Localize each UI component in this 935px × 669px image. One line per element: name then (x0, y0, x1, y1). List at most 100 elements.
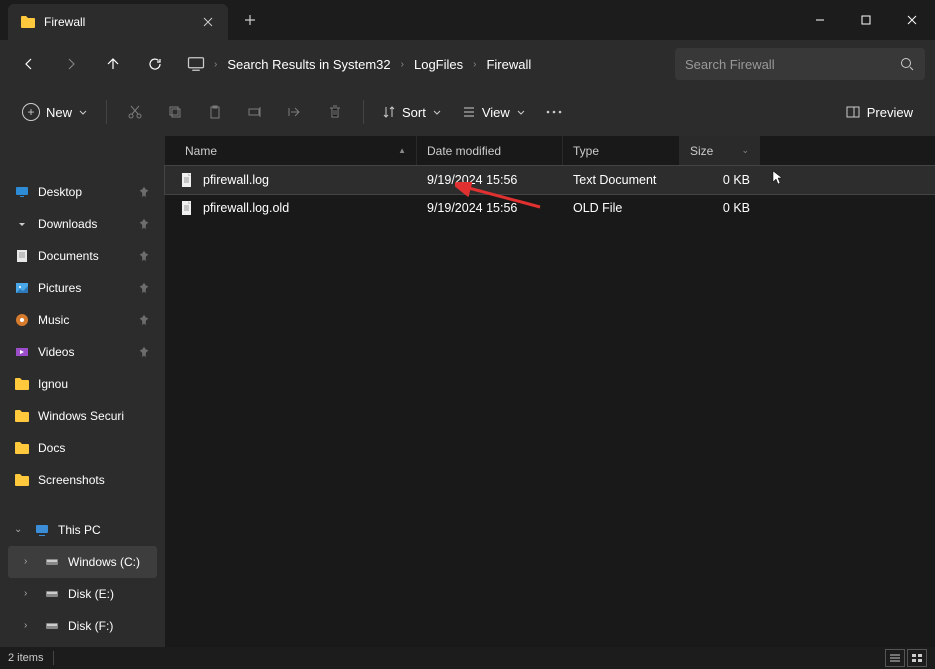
navigation-bar: › Search Results in System32 › LogFiles … (0, 40, 935, 88)
chevron-right-icon: › (24, 556, 36, 568)
sidebar-item-downloads[interactable]: Downloads (8, 208, 157, 240)
copy-button[interactable] (157, 96, 193, 128)
search-box[interactable] (675, 48, 925, 80)
column-date[interactable]: Date modified (417, 136, 563, 165)
tab-title: Firewall (44, 15, 192, 29)
chevron-right-icon: › (473, 59, 476, 70)
paste-button[interactable] (197, 96, 233, 128)
item-count: 2 items (8, 652, 43, 664)
music-icon (14, 312, 30, 328)
column-name[interactable]: Name▲ (165, 136, 417, 165)
maximize-button[interactable] (843, 0, 889, 40)
cut-button[interactable] (117, 96, 153, 128)
search-input[interactable] (685, 57, 899, 72)
chevron-right-icon: › (24, 588, 36, 600)
window-controls (797, 0, 935, 40)
chevron-down-icon (432, 107, 442, 117)
sidebar-item-music[interactable]: Music (8, 304, 157, 336)
refresh-button[interactable] (136, 46, 174, 82)
close-button[interactable] (889, 0, 935, 40)
sidebar-item-docs[interactable]: Docs (8, 432, 157, 464)
column-type[interactable]: Type (563, 136, 680, 165)
breadcrumb-segment[interactable]: Search Results in System32 (221, 53, 396, 76)
sort-button[interactable]: Sort (374, 96, 450, 128)
sidebar-item-label: Disk (F:) (68, 619, 151, 633)
breadcrumb[interactable]: › Search Results in System32 › LogFiles … (186, 48, 663, 80)
search-icon (899, 56, 915, 72)
breadcrumb-segment[interactable]: Firewall (480, 53, 537, 76)
sidebar-item-label: Videos (38, 345, 129, 359)
chevron-down-icon: ⌄ (14, 524, 26, 536)
column-size[interactable]: Size⌄ (680, 136, 760, 165)
back-button[interactable] (10, 46, 48, 82)
minimize-button[interactable] (797, 0, 843, 40)
sidebar-item-this-pc[interactable]: ⌄This PC (8, 514, 157, 546)
file-date: 9/19/2024 15:56 (417, 173, 563, 187)
pin-icon (137, 249, 151, 263)
preview-button[interactable]: Preview (837, 96, 921, 128)
sidebar-item-ignou[interactable]: Ignou (8, 368, 157, 400)
share-button[interactable] (277, 96, 313, 128)
sidebar-item-windows-securi[interactable]: Windows Securi (8, 400, 157, 432)
sidebar-item-label: Screenshots (38, 473, 151, 487)
file-list: pfirewall.log 9/19/2024 15:56 Text Docum… (165, 166, 935, 647)
chevron-right-icon: › (24, 620, 36, 632)
tab-close-icon[interactable] (200, 14, 216, 30)
sidebar-item-label: Documents (38, 249, 129, 263)
pc-icon (34, 522, 50, 538)
forward-button[interactable] (52, 46, 90, 82)
desktop-icon (14, 184, 30, 200)
file-row[interactable]: pfirewall.log 9/19/2024 15:56 Text Docum… (165, 166, 935, 194)
sidebar: DesktopDownloads Documents Pictures Music Vi… (0, 136, 165, 647)
plus-icon: + (22, 103, 40, 121)
chevron-right-icon: › (401, 59, 404, 70)
file-type: Text Document (563, 173, 680, 187)
download-icon (14, 216, 30, 232)
new-tab-button[interactable] (232, 2, 268, 38)
sidebar-item-screenshots[interactable]: Screenshots (8, 464, 157, 496)
file-size: 0 KB (680, 173, 760, 187)
sidebar-item-drive[interactable]: › Disk (F:) (8, 610, 157, 642)
rename-button[interactable] (237, 96, 273, 128)
file-icon (179, 200, 195, 216)
file-size: 0 KB (680, 201, 760, 215)
pin-icon (137, 185, 151, 199)
up-button[interactable] (94, 46, 132, 82)
sidebar-item-pictures[interactable]: Pictures (8, 272, 157, 304)
pin-icon (137, 345, 151, 359)
details-view-toggle[interactable] (885, 649, 905, 667)
file-date: 9/19/2024 15:56 (417, 201, 563, 215)
file-icon (179, 172, 195, 188)
chevron-down-icon: ⌄ (741, 145, 749, 156)
folder-icon (14, 376, 30, 392)
sidebar-item-label: Docs (38, 441, 151, 455)
pin-icon (137, 217, 151, 231)
sidebar-item-label: Music (38, 313, 129, 327)
column-headers: Name▲ Date modified Type Size⌄ (165, 136, 935, 166)
content-area: Name▲ Date modified Type Size⌄ pfirewall… (165, 136, 935, 647)
sidebar-item-documents[interactable]: Documents (8, 240, 157, 272)
delete-button[interactable] (317, 96, 353, 128)
more-icon (546, 110, 562, 114)
sidebar-item-drive[interactable]: ›Disk (E:) (8, 578, 157, 610)
sort-indicator-icon: ▲ (398, 146, 406, 155)
folder-icon (20, 14, 36, 30)
preview-icon (845, 104, 861, 120)
icons-view-toggle[interactable] (907, 649, 927, 667)
new-button[interactable]: + New (14, 96, 96, 128)
sidebar-item-desktop[interactable]: Desktop (8, 176, 157, 208)
sidebar-item-drive[interactable]: › Windows (C:) (8, 546, 157, 578)
sidebar-item-label: Windows (C:) (68, 555, 151, 569)
sidebar-item-label: Pictures (38, 281, 129, 295)
tab-firewall[interactable]: Firewall (8, 4, 228, 40)
document-icon (14, 248, 30, 264)
breadcrumb-segment[interactable]: LogFiles (408, 53, 469, 76)
sidebar-item-videos[interactable]: Videos (8, 336, 157, 368)
pin-icon (137, 313, 151, 327)
picture-icon (14, 280, 30, 296)
sort-icon (382, 105, 396, 119)
view-button[interactable]: View (454, 96, 534, 128)
file-row[interactable]: pfirewall.log.old 9/19/2024 15:56 OLD Fi… (165, 194, 935, 222)
folder-icon (14, 472, 30, 488)
more-button[interactable] (538, 96, 570, 128)
